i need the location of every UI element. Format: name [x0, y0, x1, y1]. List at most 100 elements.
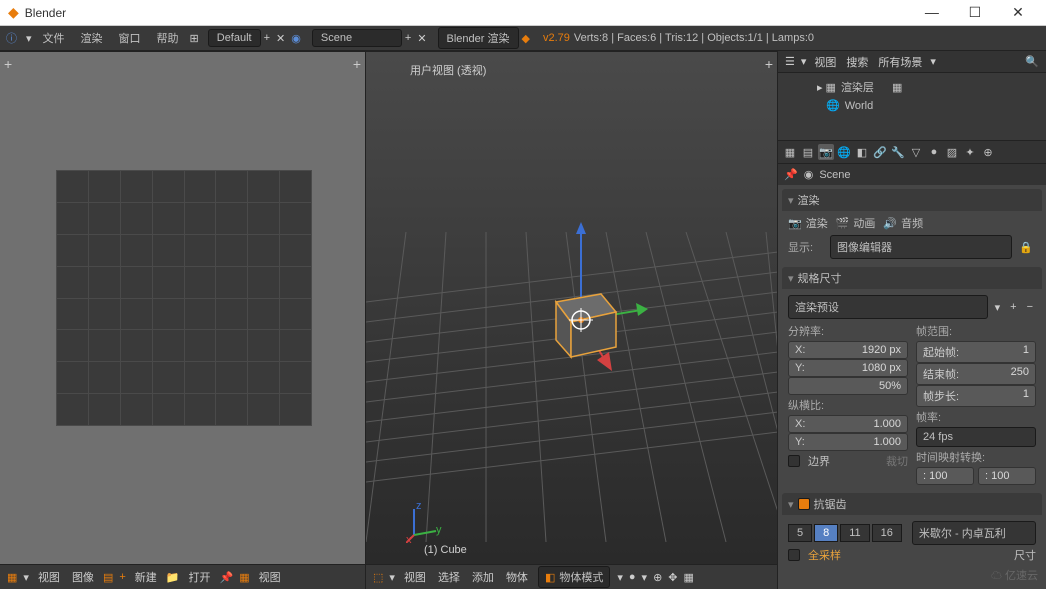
layout-icon[interactable]: ⊞	[190, 32, 199, 45]
uv-new-button[interactable]: 新建	[135, 569, 157, 585]
breadcrumb-scene[interactable]: Scene	[819, 169, 850, 181]
menu-render[interactable]: 渲染	[73, 30, 111, 46]
tab-constraints[interactable]: 🔗	[872, 144, 888, 160]
header-dropdown-icon[interactable]: ▾	[389, 571, 395, 584]
timeremap-old-field[interactable]: : 100	[916, 467, 974, 485]
preset-dropdown-icon[interactable]: ▾	[995, 301, 1001, 314]
vp-menu-object[interactable]: 物体	[506, 569, 528, 585]
scene-icon[interactable]: ◉	[291, 32, 301, 45]
border-checkbox[interactable]	[788, 455, 800, 467]
scene-selector[interactable]: Scene	[312, 29, 402, 47]
pin-icon[interactable]: 📌	[219, 571, 233, 584]
tab-physics[interactable]: ⊕	[980, 144, 996, 160]
tree-item-world[interactable]: 🌐World	[786, 97, 1038, 114]
aspect-y-field[interactable]: Y:1.000	[788, 433, 908, 451]
layout-remove-icon[interactable]: ✕	[276, 32, 285, 45]
tab-texture[interactable]: ▨	[944, 144, 960, 160]
uv-menu-view[interactable]: 视图	[38, 569, 60, 585]
tab-modifiers[interactable]: 🔧	[890, 144, 906, 160]
uv-menu-image[interactable]: 图像	[72, 569, 94, 585]
pin-icon[interactable]: 📌	[784, 168, 798, 181]
lock-icon[interactable]: 🔒	[1019, 241, 1033, 254]
info-dropdown-icon[interactable]: ▾	[26, 32, 32, 45]
render-button[interactable]: 📷渲染	[788, 215, 828, 231]
timeremap-new-field[interactable]: : 100	[978, 467, 1036, 485]
aa-sample-5[interactable]: 5	[788, 524, 812, 542]
minimize-button[interactable]: —	[912, 4, 952, 20]
resolution-y-field[interactable]: Y:1080 px	[788, 359, 908, 377]
vp-menu-add[interactable]: 添加	[472, 569, 494, 585]
render-engine-selector[interactable]: Blender 渲染	[438, 27, 519, 49]
tree-item-renderlayers[interactable]: ▸▦ 渲染层 ▦	[786, 77, 1038, 97]
mode-dropdown-icon[interactable]: ▾	[617, 571, 623, 584]
region-plus-icon[interactable]: +	[353, 56, 361, 72]
uv-mode-view[interactable]: 视图	[259, 569, 281, 585]
fullsample-checkbox[interactable]	[788, 549, 800, 561]
tab-object[interactable]: ◧	[854, 144, 870, 160]
outliner-menu-search[interactable]: 搜索	[846, 54, 868, 70]
pivot-icon[interactable]: ⊕	[653, 571, 662, 584]
tab-data[interactable]: ▽	[908, 144, 924, 160]
image-browse-icon[interactable]: ▤	[103, 571, 113, 584]
close-button[interactable]: ✕	[998, 4, 1038, 21]
vp-menu-view[interactable]: 视图	[404, 569, 426, 585]
resolution-pct-field[interactable]: 50%	[788, 377, 908, 395]
layers-icon[interactable]: ▦	[684, 571, 694, 584]
animation-button[interactable]: 🎬动画	[836, 215, 876, 231]
framerate-selector[interactable]: 24 fps	[916, 427, 1036, 447]
uv-editor-icon[interactable]: ▦	[7, 571, 17, 584]
uv-mode-icon[interactable]: ▦	[239, 571, 249, 584]
filter-dropdown-icon[interactable]: ▾	[930, 55, 936, 68]
outliner-menu-view[interactable]: 视图	[814, 54, 836, 70]
antialias-checkbox[interactable]	[798, 498, 810, 510]
maximize-button[interactable]: ☐	[955, 4, 995, 21]
layout-add-icon[interactable]: +	[264, 32, 270, 44]
frame-end-field[interactable]: 结束帧:250	[916, 363, 1036, 385]
outliner-icon[interactable]: ☰	[785, 55, 795, 68]
folder-icon[interactable]: 📁	[166, 571, 180, 584]
aa-sample-16[interactable]: 16	[872, 524, 902, 542]
header-dropdown-icon[interactable]: ▾	[23, 571, 29, 584]
cube-icon[interactable]: ⬚	[373, 571, 383, 584]
display-mode-selector[interactable]: 图像编辑器	[830, 235, 1012, 259]
aspect-x-field[interactable]: X:1.000	[788, 415, 908, 433]
scene-remove-icon[interactable]: ✕	[417, 32, 426, 45]
cube-object[interactable]	[546, 272, 616, 342]
uv-viewport[interactable]: + +	[0, 51, 365, 564]
info-icon[interactable]: ⓘ	[6, 30, 17, 46]
panel-dimensions-header[interactable]: ▾规格尺寸	[782, 267, 1042, 289]
layout-selector[interactable]: Default	[208, 29, 261, 47]
render-preset-selector[interactable]: 渲染预设	[788, 295, 988, 319]
frame-start-field[interactable]: 起始帧:1	[916, 341, 1036, 363]
preset-add-icon[interactable]: +	[1010, 301, 1016, 313]
preset-remove-icon[interactable]: −	[1027, 301, 1033, 313]
uv-open-button[interactable]: 打开	[188, 569, 210, 585]
shading-dropdown-icon[interactable]: ▾	[642, 571, 648, 584]
tab-material[interactable]: ●	[926, 144, 942, 160]
outliner-tree[interactable]: ▸▦ 渲染层 ▦ 🌐World	[778, 73, 1046, 118]
3d-viewport[interactable]: + 用户视图 (透视)	[366, 51, 777, 564]
aa-filter-selector[interactable]: 米歇尔 - 内卓瓦利	[912, 521, 1036, 545]
outliner-filter[interactable]: 所有场景	[878, 54, 922, 70]
menu-file[interactable]: 文件	[35, 30, 73, 46]
vp-menu-select[interactable]: 选择	[438, 569, 460, 585]
menu-help[interactable]: 帮助	[149, 30, 187, 46]
tab-world[interactable]: 🌐	[836, 144, 852, 160]
scene-add-icon[interactable]: +	[405, 32, 411, 44]
frame-step-field[interactable]: 帧步长:1	[916, 385, 1036, 407]
tab-render[interactable]: ▦	[782, 144, 798, 160]
header-dropdown-icon[interactable]: ▾	[801, 55, 807, 68]
region-plus-icon[interactable]: +	[4, 56, 12, 72]
shading-icon[interactable]: ●	[629, 571, 636, 583]
tab-particles[interactable]: ✦	[962, 144, 978, 160]
search-icon[interactable]: 🔍	[1025, 55, 1039, 68]
menu-window[interactable]: 窗口	[111, 30, 149, 46]
interaction-mode-selector[interactable]: ◧ 物体模式	[538, 566, 610, 588]
audio-button[interactable]: 🔊音频	[883, 215, 923, 231]
panel-render-header[interactable]: ▾渲染	[782, 189, 1042, 211]
panel-antialias-header[interactable]: ▾抗锯齿	[782, 493, 1042, 515]
manipulator-icon[interactable]: ✥	[668, 571, 677, 584]
tab-renderlayers[interactable]: ▤	[800, 144, 816, 160]
aa-sample-11[interactable]: 11	[840, 524, 869, 542]
resolution-x-field[interactable]: X:1920 px	[788, 341, 908, 359]
